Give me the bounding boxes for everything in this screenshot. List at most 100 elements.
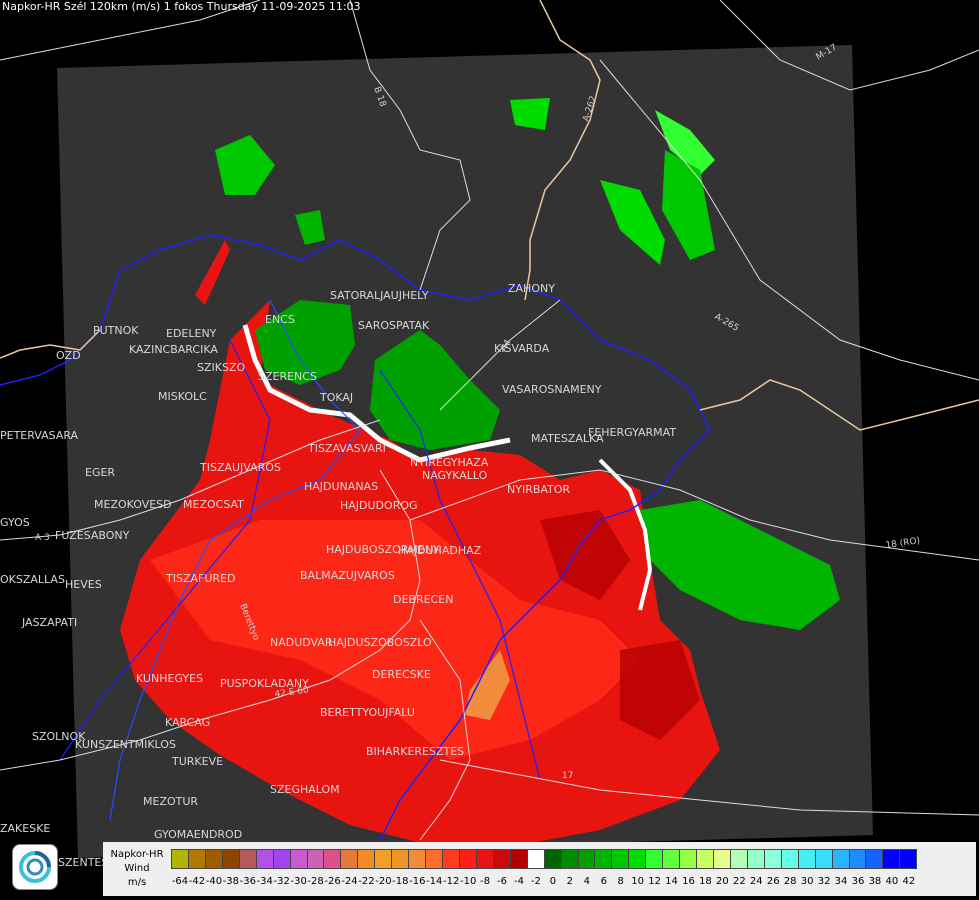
place-label: NADUDVAR [270, 636, 333, 649]
place-label: NYIRBATOR [507, 483, 570, 496]
place-label: FUZESABONY [55, 529, 130, 542]
road-label: 17 [562, 771, 573, 781]
legend-swatch [628, 849, 647, 869]
legend-label: 2 [566, 876, 574, 887]
legend-swatch [899, 849, 918, 869]
place-label: MEZOKOVESD [94, 498, 172, 511]
legend-label: 32 [817, 876, 831, 887]
legend-label: 22 [732, 876, 746, 887]
place-label: KUNSZENTMIKLOS [75, 738, 176, 751]
legend-swatch [171, 849, 189, 869]
place-label: HAJDUNANAS [304, 480, 378, 493]
legend-label: -40 [205, 876, 223, 887]
legend-swatch [814, 849, 833, 869]
place-label: BALMAZUJVAROS [300, 569, 395, 582]
legend-label: -30 [290, 876, 307, 887]
legend-swatch [729, 849, 748, 869]
legend-swatch [458, 849, 477, 869]
legend-swatch [679, 849, 698, 869]
legend-swatch [543, 849, 562, 869]
legend-label: -42 [188, 876, 206, 887]
legend-label: -22 [358, 876, 375, 887]
legend-swatch [408, 849, 427, 869]
place-label: JASZAPATI [21, 616, 77, 629]
legend-label: 42 [902, 876, 916, 887]
legend-swatch [746, 849, 765, 869]
legend-label: 4 [583, 876, 590, 887]
legend-swatch [526, 849, 545, 869]
place-label: SZIKSZO [197, 361, 245, 374]
place-label: FEHERGYARMAT [588, 426, 676, 439]
place-label: HAJDUSZOBOSZLO [328, 636, 432, 649]
legend-label: -64 [171, 876, 189, 887]
napkor-logo [12, 844, 58, 890]
legend-label: 14 [665, 876, 678, 887]
legend-swatch [357, 849, 376, 869]
place-label: TISZAUJVAROS [199, 461, 281, 474]
legend-swatch [831, 849, 850, 869]
place-label: HEVES [65, 578, 102, 591]
place-label: PUTNOK [93, 324, 139, 337]
legend-label: 6 [600, 876, 607, 887]
legend-swatch [272, 849, 291, 869]
legend-label: -38 [222, 876, 240, 887]
place-label: EGER [85, 466, 115, 479]
legend-title-line: m/s [127, 877, 147, 888]
legend-label: 28 [783, 876, 797, 887]
place-label: KAZINCBARCIKA [129, 343, 218, 356]
place-label: TOKAJ [319, 391, 353, 404]
legend-label: -8 [480, 876, 491, 887]
legend-swatch [560, 849, 579, 869]
place-label: SATORALJAUJHELY [330, 289, 429, 302]
place-label: HAJDUDOROG [340, 499, 418, 512]
legend-swatch [255, 849, 274, 869]
legend-label: -24 [341, 876, 358, 887]
legend-label: -18 [392, 876, 409, 887]
place-label: GYOMAENDROD [154, 828, 242, 841]
place-label: NAGYKALLO [422, 469, 488, 482]
place-label: DEBRECEN [393, 593, 453, 606]
legend-label: 10 [631, 876, 644, 887]
legend-swatch [611, 849, 630, 869]
legend-label: 12 [648, 876, 661, 887]
legend-swatch [594, 849, 613, 869]
place-label: SAROSPATAK [358, 319, 430, 332]
place-label: BERETTYOUJFALU [320, 706, 415, 719]
legend-label: -2 [530, 876, 541, 887]
legend-title-line: Napkor-HR [110, 849, 164, 860]
legend-label: 24 [749, 876, 763, 887]
place-label: SZOLNOK [32, 730, 86, 743]
place-label: MISKOLC [158, 390, 207, 403]
legend-swatch [882, 849, 901, 869]
place-label: KARCAG [165, 716, 210, 729]
legend-swatch [780, 849, 799, 869]
legend-swatch [848, 849, 867, 869]
legend-title-line: Wind [124, 863, 150, 874]
legend-swatch [645, 849, 664, 869]
place-label: TISZAFURED [165, 572, 235, 585]
place-label: GYOS [0, 516, 30, 529]
legend-swatch [713, 849, 731, 869]
legend-swatch [204, 849, 223, 869]
legend-swatch [340, 849, 359, 869]
legend-swatch [763, 849, 782, 869]
legend-label: -32 [273, 876, 290, 887]
legend-swatch [509, 849, 528, 869]
legend-label: 18 [699, 876, 712, 887]
place-label: EDELENY [166, 327, 217, 340]
place-label: BIHARKERESZTES [366, 745, 464, 758]
road-label: 18 (RO) [885, 536, 921, 551]
color-legend: Napkor-HR Wind m/s -64 -42 -40 -38 -36 -34 -32… [103, 842, 976, 896]
legend-label: 30 [800, 876, 814, 887]
place-label: TURKEVE [171, 755, 223, 768]
legend-swatch [306, 849, 325, 869]
place-label: HAJDUHADHAZ [398, 544, 482, 557]
place-label: SZERENCS [258, 370, 317, 383]
legend-swatch [238, 849, 257, 869]
place-label: OZD [56, 349, 81, 362]
legend-label: 26 [766, 876, 780, 887]
legend-label: 40 [885, 876, 899, 887]
place-label: ZAHONY [508, 282, 555, 295]
legend-swatch [492, 849, 511, 869]
legend-swatch [187, 849, 206, 869]
